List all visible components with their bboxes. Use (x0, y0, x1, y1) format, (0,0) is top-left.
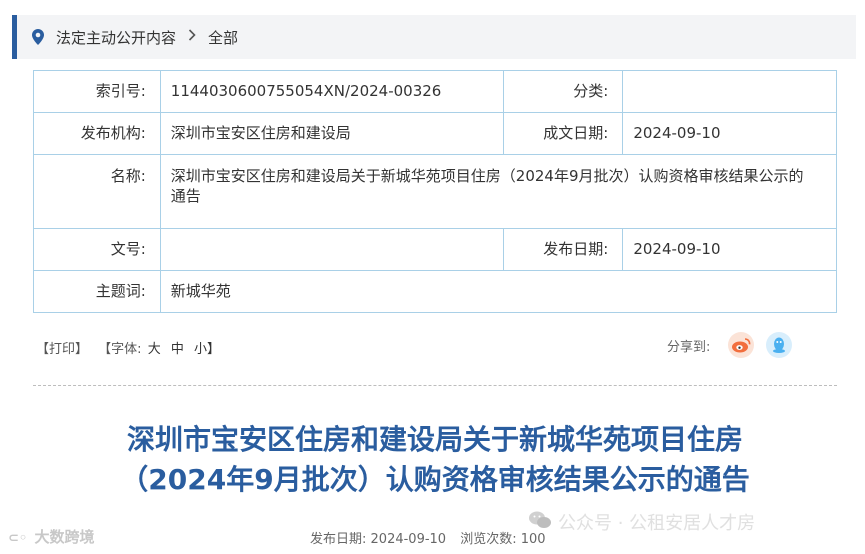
doc-number-label: 文号: (33, 228, 161, 271)
weibo-icon[interactable] (728, 332, 755, 358)
article-tools: 【打印】 【字体: 大 中 小】 (36, 338, 226, 357)
article-views-label: 浏览次数: (460, 532, 517, 547)
font-size-label: 【字体: (98, 342, 142, 357)
article-title-line-2: （2024年9月批次）认购资格审核结果公示的通告 (120, 463, 750, 496)
watermark-left-text: 大数跨境 (34, 528, 95, 546)
article-publish-date: 2024-09-10 (370, 532, 447, 547)
article-title: 深圳市宝安区住房和建设局关于新城华苑项目住房 （2024年9月批次）认购资格审核… (40, 420, 830, 500)
font-large-button[interactable]: 大 (148, 342, 161, 357)
category-value (622, 70, 837, 113)
qq-icon[interactable] (766, 332, 793, 358)
subject-label: 主题词: (33, 270, 161, 313)
breadcrumb-section-link[interactable]: 法定主动公开内容 (56, 27, 176, 48)
publisher-label: 发布机构: (33, 112, 161, 155)
watermark-logo-icon: ⊂◦ (8, 531, 28, 546)
category-label: 分类: (502, 70, 624, 113)
doc-number-value (159, 228, 504, 271)
chevron-right-icon (188, 29, 196, 45)
font-medium-button[interactable]: 中 (171, 342, 184, 357)
share-label: 分享到: (667, 339, 711, 355)
created-date-value: 2024-09-10 (622, 112, 837, 155)
name-value: 深圳市宝安区住房和建设局关于新城华苑项目住房（2024年9月批次）认购资格审核结… (159, 154, 838, 229)
index-label: 索引号: (33, 70, 161, 113)
document-metadata-table: 索引号: 1144030600755054XN/2024-00326 分类: 发… (33, 70, 838, 313)
breadcrumb-current-link[interactable]: 全部 (208, 27, 238, 48)
publish-date-value: 2024-09-10 (622, 228, 837, 271)
divider (33, 385, 837, 386)
watermark-right-text: 公众号 · 公租安居人才房 (558, 513, 756, 534)
article-publish-info: 发布日期: 2024-09-10 浏览次数: 100 (310, 528, 546, 547)
publisher-value: 深圳市宝安区住房和建设局 (159, 112, 504, 155)
publish-date-label: 发布日期: (502, 228, 624, 271)
watermark-right: 公众号 · 公租安居人才房 (528, 509, 755, 535)
created-date-label: 成文日期: (502, 112, 624, 155)
print-button[interactable]: 【打印】 (36, 342, 88, 357)
breadcrumb: 法定主动公开内容 全部 (12, 15, 856, 59)
font-small-button[interactable]: 小】 (194, 342, 220, 357)
index-value: 1144030600755054XN/2024-00326 (159, 70, 504, 113)
name-label: 名称: (33, 154, 161, 229)
wechat-icon (528, 510, 552, 535)
watermark-left: ⊂◦ 大数跨境 (8, 526, 94, 547)
location-pin-icon (32, 29, 44, 45)
article-publish-date-label: 发布日期: (310, 532, 367, 547)
subject-value: 新城华苑 (159, 270, 838, 313)
article-title-line-1: 深圳市宝安区住房和建设局关于新城华苑项目住房 (126, 423, 743, 456)
share-bar: 分享到: (667, 332, 793, 358)
